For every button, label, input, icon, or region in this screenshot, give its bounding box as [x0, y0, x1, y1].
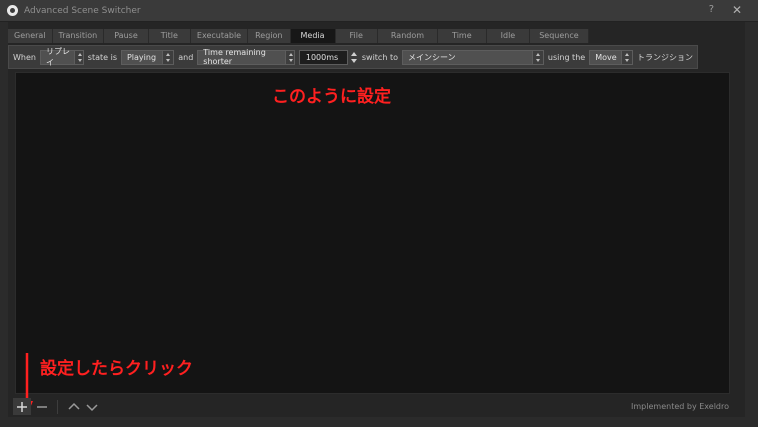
tab-transition[interactable]: Transition: [52, 29, 105, 43]
media-state-select[interactable]: Playing: [120, 49, 175, 65]
tab-executable[interactable]: Executable: [190, 29, 249, 43]
bottom-toolbar: Implemented by Exeldro: [8, 396, 745, 417]
scene-value: メインシーン: [407, 52, 456, 62]
state-label: state is: [87, 52, 117, 62]
transition-suffix-label: トランジション: [636, 52, 693, 62]
tab-idle[interactable]: Idle: [486, 29, 531, 43]
tab-bar: General Transition Pause Title Executabl…: [8, 29, 589, 44]
move-up-button[interactable]: [65, 398, 83, 415]
when-label: When: [13, 52, 36, 62]
annotation-top: このように設定: [272, 87, 391, 107]
using-the-label: using the: [547, 52, 586, 62]
implemented-by-label: Implemented by Exeldro: [631, 402, 729, 411]
add-button[interactable]: [13, 398, 31, 415]
tab-title[interactable]: Title: [148, 29, 191, 43]
tab-random[interactable]: Random: [377, 29, 439, 43]
obs-logo-icon: [7, 5, 18, 16]
toolbar-separator: [57, 400, 58, 414]
window-title: Advanced Scene Switcher: [24, 5, 141, 16]
time-spin-arrows-icon[interactable]: [349, 51, 358, 64]
remove-button[interactable]: [33, 398, 51, 415]
media-state-value: Playing: [126, 52, 157, 62]
dropdown-arrows-icon: [284, 50, 294, 64]
tab-sequence[interactable]: Sequence: [530, 29, 589, 43]
transition-value: Move: [595, 52, 617, 62]
time-value-input[interactable]: 1000ms: [298, 49, 349, 65]
title-bar: Advanced Scene Switcher ? ✕: [0, 0, 758, 22]
time-restriction-value: Time remaining shorter: [203, 48, 266, 66]
minus-icon: [37, 405, 47, 408]
dropdown-arrows-icon: [74, 50, 83, 64]
time-restriction-select[interactable]: Time remaining shorter: [197, 48, 295, 66]
dropdown-arrows-icon: [162, 50, 174, 64]
scene-select[interactable]: メインシーン: [401, 49, 544, 65]
right-edge: [745, 22, 758, 427]
left-edge: [0, 22, 8, 417]
chevron-up-icon: [68, 402, 80, 410]
help-button[interactable]: ?: [709, 4, 714, 15]
tab-general[interactable]: General: [8, 29, 53, 43]
media-rules-list[interactable]: このように設定: [15, 72, 730, 394]
tab-pause[interactable]: Pause: [104, 29, 149, 43]
tab-media[interactable]: Media: [290, 29, 336, 43]
tab-file[interactable]: File: [335, 29, 378, 43]
tab-region[interactable]: Region: [248, 29, 291, 43]
close-button[interactable]: ✕: [732, 3, 742, 17]
dropdown-arrows-icon: [531, 50, 543, 64]
transition-select[interactable]: Move: [589, 49, 633, 65]
plus-icon: [17, 401, 27, 412]
media-source-value: リプレイ: [45, 47, 70, 67]
media-rule-row: When リプレイ state is Playing and Time rema…: [8, 45, 698, 69]
dropdown-arrows-icon: [620, 50, 632, 64]
annotation-bottom: 設定したらクリック: [40, 359, 193, 379]
and-label: and: [178, 52, 194, 62]
tab-time[interactable]: Time: [438, 29, 487, 43]
move-down-button[interactable]: [83, 398, 101, 415]
switch-to-label: switch to: [361, 52, 398, 62]
media-source-select[interactable]: リプレイ: [39, 47, 84, 67]
chevron-down-icon: [86, 403, 98, 411]
main-frame: General Transition Pause Title Executabl…: [8, 22, 745, 417]
